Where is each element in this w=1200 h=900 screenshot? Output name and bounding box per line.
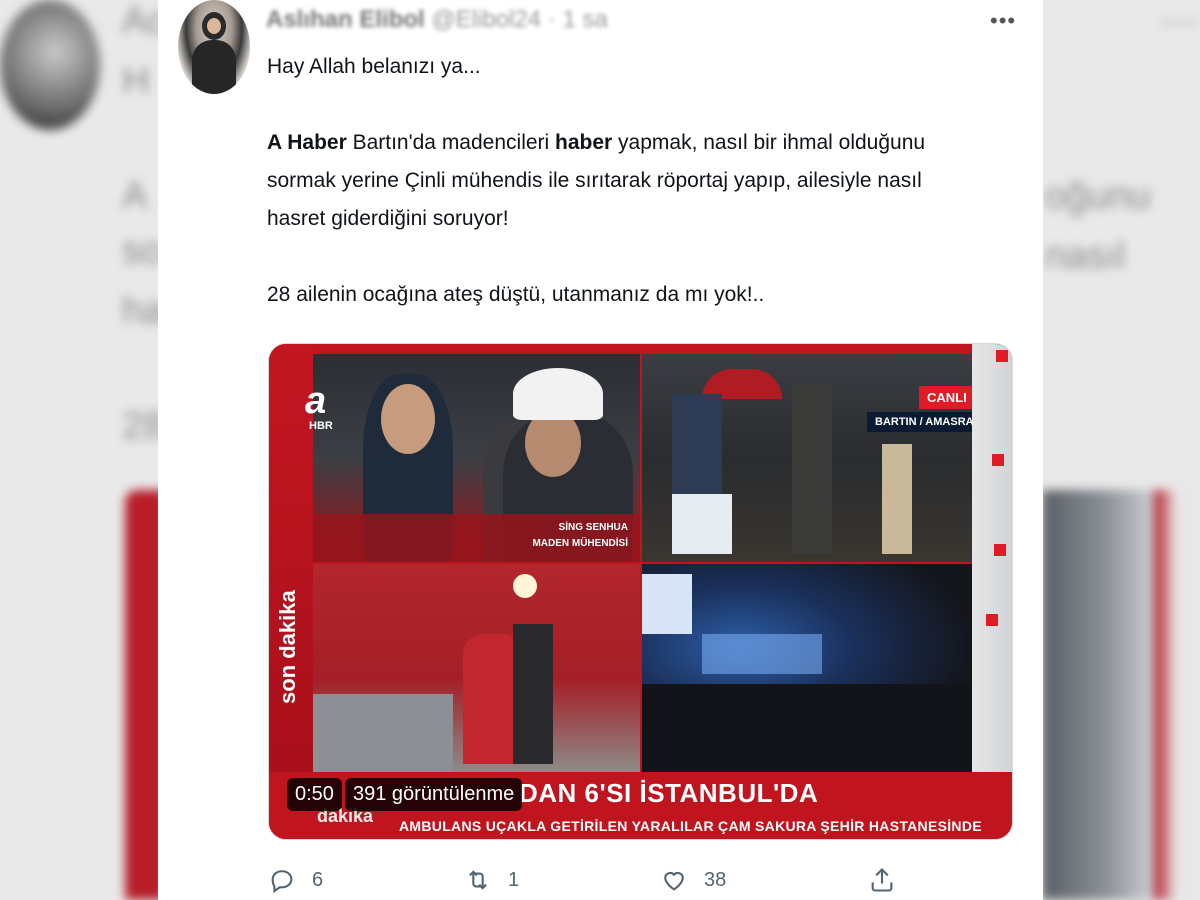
reply-count: 6 (312, 868, 324, 891)
tweet-line: Hay Allah belanızı ya... (267, 55, 481, 78)
reporter-face (381, 384, 435, 454)
tweet-line: 28 ailenin ocağına ateş düştü, utanmanız… (267, 283, 765, 306)
deco-square (996, 350, 1008, 362)
retweet-count: 1 (508, 868, 520, 891)
tweet-time[interactable]: · 1 sa (548, 6, 608, 33)
worker-figure (792, 384, 832, 554)
background-text: ··· (1160, 0, 1198, 42)
deco-square (992, 454, 1004, 466)
son-dakika-label: son dakika (275, 590, 300, 704)
bold-text: haber (555, 131, 613, 154)
video-tile-night (642, 564, 972, 772)
background-avatar (0, 0, 100, 130)
author-name[interactable]: Aslıhan Elibol (266, 6, 425, 33)
background-text: nasıl (1045, 235, 1126, 277)
background-text: so (122, 230, 163, 272)
more-horizontal-icon[interactable]: ••• (990, 8, 1016, 34)
light-glare (702, 634, 822, 674)
avatar-face (207, 18, 221, 34)
retweet-icon (469, 870, 487, 890)
tweet-line: sormak yerine Çinli mühendis ile sırıtar… (267, 169, 922, 192)
background-text: oğunu (1045, 175, 1151, 217)
hard-hat (513, 368, 603, 420)
a-haber-logo-sub: HBR (309, 420, 333, 432)
worker-figure (882, 444, 912, 554)
crowd-shadow (642, 684, 972, 772)
video-duration: 0:50 (287, 778, 342, 811)
live-badge: CANLI (919, 386, 975, 409)
like-count: 38 (704, 868, 727, 891)
reply-icon (271, 870, 293, 894)
supplies (313, 694, 453, 772)
lower-third-line: MADEN MÜHENDİSİ (532, 538, 628, 549)
subheadline: AMBULANS UÇAKLA GETİRİLEN YARALILAR ÇAM … (399, 818, 982, 834)
share-button[interactable] (868, 866, 912, 894)
tweet-text-segment: Bartın'da madencileri (346, 131, 556, 154)
a-haber-logo: a (305, 380, 327, 422)
background-media-edge (1042, 490, 1200, 900)
view-count: 391 görüntülenme (345, 778, 523, 811)
deco-square (986, 614, 998, 626)
lamp-light (513, 574, 537, 598)
tweet-line: A Haber Bartın'da madencileri haber yapm… (267, 124, 1007, 162)
tweet-text-segment: yapmak, nasıl bir ihmal olduğunu (612, 131, 926, 154)
tweet-line: hasret giderdiğini soruyor! (267, 207, 509, 230)
reply-button[interactable]: 6 (268, 866, 323, 894)
tweet-text: Hay Allah belanızı ya... A Haber Bartın'… (267, 48, 1007, 314)
video-player[interactable]: son dakika a HBR SİNG SENHUA MADEN MÜHEN… (268, 343, 1013, 840)
lower-third-name: SİNG SENHUA MADEN MÜHENDİSİ (532, 520, 628, 552)
background-text: H (122, 60, 150, 102)
lower-third-line: SİNG SENHUA (558, 522, 628, 533)
deco-square (994, 544, 1006, 556)
lower-third: SİNG SENHUA MADEN MÜHENDİSİ (313, 514, 640, 562)
water-bottles (672, 494, 732, 554)
author-handle[interactable]: @Elibol24 (431, 6, 541, 33)
retweet-button[interactable]: 1 (464, 866, 519, 894)
background-text: A (122, 175, 148, 217)
location-badge: BARTIN / AMASRA (867, 412, 982, 432)
headline: DAN 6'SI İSTANBUL'DA (519, 778, 819, 808)
tweet-card[interactable]: Aslıhan Elibol @Elibol24 · 1 sa ••• Hay … (158, 0, 1043, 900)
bold-text: A Haber (267, 131, 347, 154)
worker-figure (513, 624, 553, 764)
avatar[interactable] (178, 0, 250, 94)
action-bar: 6 1 38 (268, 866, 1008, 900)
building-light (642, 574, 692, 634)
avatar-body (192, 40, 236, 94)
tweet-header: Aslıhan Elibol @Elibol24 · 1 sa (266, 6, 608, 34)
video-tile-tent (313, 564, 640, 772)
graphic-side-panel (972, 344, 1012, 772)
like-button[interactable]: 38 (660, 866, 726, 894)
share-icon (871, 868, 893, 892)
heart-icon (664, 871, 684, 891)
